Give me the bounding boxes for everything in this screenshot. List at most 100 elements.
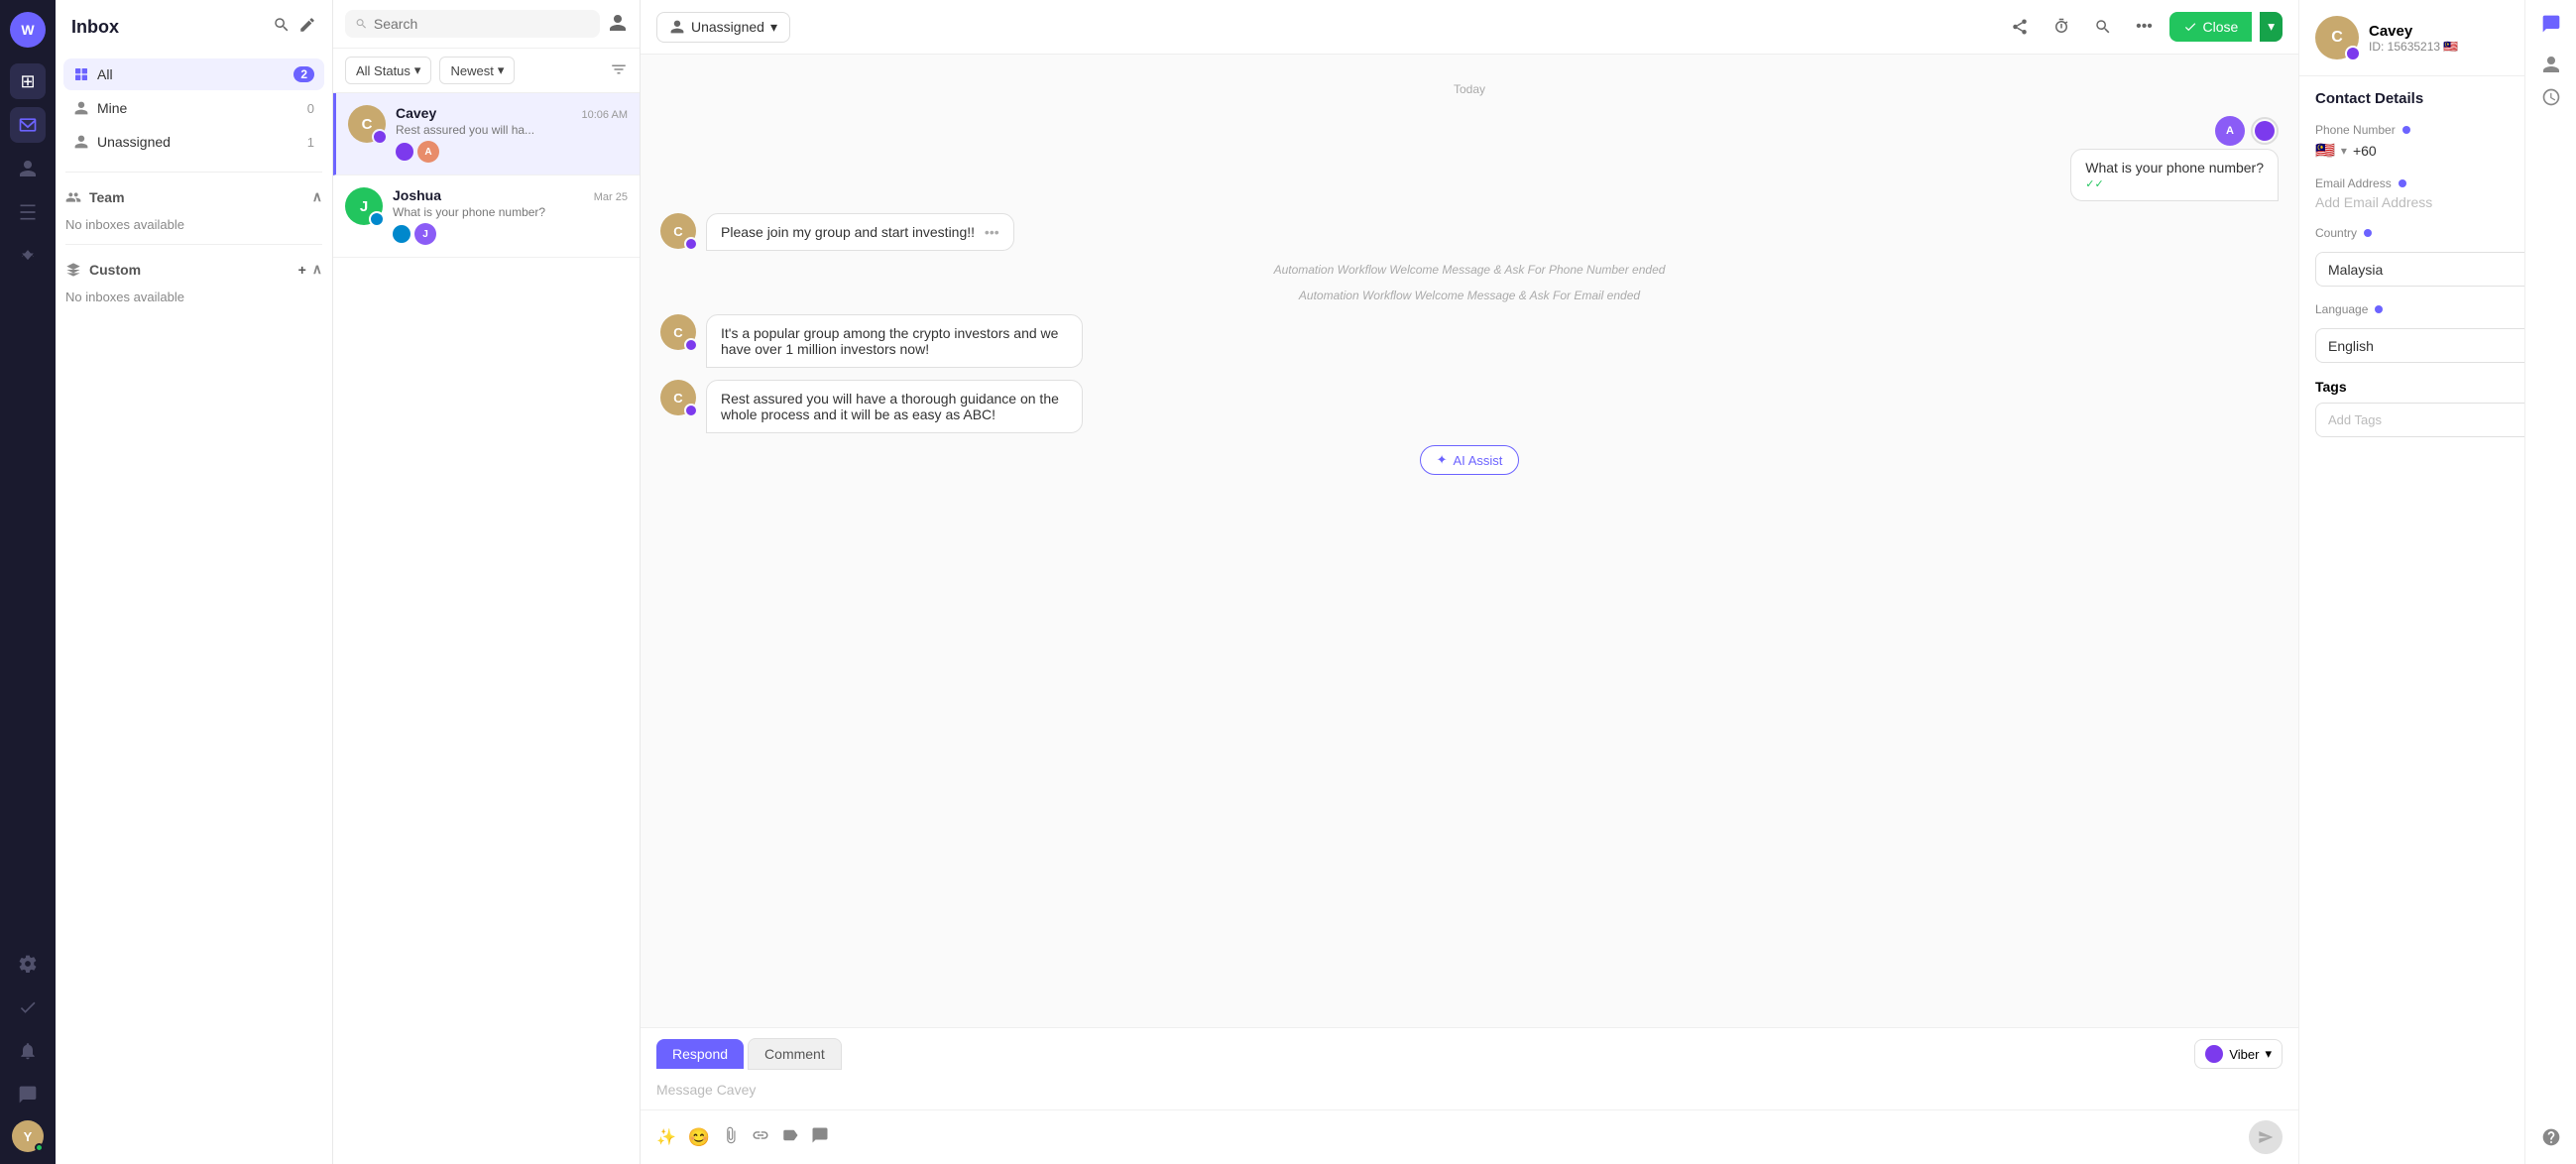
msg-options-icon[interactable]: ••• bbox=[985, 224, 999, 240]
compose-icon[interactable] bbox=[298, 16, 316, 39]
attachment-icon[interactable] bbox=[722, 1126, 740, 1149]
right-nav-clock-icon[interactable] bbox=[2541, 87, 2561, 110]
sidebar-nav: All 2 Mine 0 Unassigned 1 bbox=[56, 55, 332, 164]
contact-avatar-badge bbox=[2345, 46, 2361, 61]
message-left-1: C Please join my group and start investi… bbox=[660, 213, 2279, 251]
country-dropdown[interactable]: Malaysia ▾ bbox=[2315, 252, 2560, 287]
canned-response-icon[interactable] bbox=[811, 1126, 829, 1149]
phone-value[interactable]: 🇲🇾 ▾ +60 bbox=[2315, 141, 2560, 161]
send-button[interactable] bbox=[2249, 1120, 2283, 1154]
sidebar-item-mine[interactable]: Mine 0 bbox=[63, 92, 324, 124]
sparkle-icon[interactable]: ✨ bbox=[656, 1127, 676, 1147]
sidebar-title: Inbox bbox=[71, 17, 119, 38]
more-options-icon[interactable]: ••• bbox=[2128, 10, 2162, 44]
nav-icon-reports[interactable] bbox=[10, 194, 46, 230]
channel-selector[interactable]: Viber ▾ bbox=[2194, 1039, 2283, 1069]
tags-dropdown[interactable]: Add Tags ▾ bbox=[2315, 403, 2560, 437]
label-icon[interactable] bbox=[781, 1126, 799, 1149]
emoji-icon[interactable]: 😊 bbox=[688, 1127, 710, 1148]
date-divider: Today bbox=[660, 82, 2279, 96]
language-info-icon bbox=[2375, 305, 2383, 313]
phone-dropdown-arrow[interactable]: ▾ bbox=[2341, 144, 2347, 158]
assign-button[interactable]: Unassigned ▾ bbox=[656, 12, 790, 43]
right-panel: C Cavey ID: 15635213 🇲🇾 bbox=[2298, 0, 2576, 1164]
country-label: Country bbox=[2315, 226, 2560, 240]
conv-item-joshua[interactable]: J Joshua Mar 25 What is your phone numbe… bbox=[333, 175, 640, 258]
custom-add-icon[interactable]: + bbox=[298, 262, 306, 278]
status-filter-chevron: ▾ bbox=[414, 62, 421, 78]
status-filter[interactable]: All Status ▾ bbox=[345, 57, 431, 84]
msg-text-left-3: Rest assured you will have a thorough gu… bbox=[706, 380, 1083, 433]
sidebar-item-unassigned[interactable]: Unassigned 1 bbox=[63, 126, 324, 158]
ai-assist-label: AI Assist bbox=[1454, 453, 1503, 468]
conversation-list: All Status ▾ Newest ▾ C Cavey 10:06 AM R… bbox=[333, 0, 641, 1164]
sidebar-header-icons bbox=[273, 16, 316, 39]
nav-icon-chat[interactable] bbox=[10, 1077, 46, 1112]
email-label: Email Address bbox=[2315, 176, 2560, 190]
language-dropdown[interactable]: English ▾ bbox=[2315, 328, 2560, 363]
tab-comment[interactable]: Comment bbox=[748, 1038, 842, 1070]
right-avatar: A bbox=[2215, 116, 2245, 146]
assign-chevron-icon: ▾ bbox=[770, 19, 777, 36]
conv-list-header bbox=[333, 0, 640, 49]
sidebar-item-all[interactable]: All 2 bbox=[63, 58, 324, 90]
nav-icon-notifications[interactable] bbox=[10, 1033, 46, 1069]
msg-text-left-1: Please join my group and start investing… bbox=[706, 213, 1014, 251]
right-nav-chat-icon[interactable] bbox=[2541, 14, 2561, 37]
right-nav-person-icon[interactable] bbox=[2541, 55, 2561, 77]
close-label: Close bbox=[2203, 19, 2239, 35]
nav-icon-grid[interactable]: ⊞ bbox=[10, 63, 46, 99]
sidebar-header: Inbox bbox=[56, 0, 332, 55]
link-icon[interactable] bbox=[752, 1126, 769, 1149]
team-chevron-icon: ∧ bbox=[312, 188, 322, 205]
custom-section-header[interactable]: Custom + ∧ bbox=[56, 253, 332, 286]
team-section-header[interactable]: Team ∧ bbox=[56, 180, 332, 213]
close-button[interactable]: Close bbox=[2169, 12, 2253, 42]
all-count: 2 bbox=[293, 66, 314, 82]
timer-icon[interactable] bbox=[2045, 10, 2078, 44]
language-label: Language bbox=[2315, 302, 2560, 316]
right-nav-help-icon[interactable] bbox=[2541, 1127, 2561, 1150]
search-icon[interactable] bbox=[273, 16, 291, 39]
viber-channel-icon bbox=[2205, 1045, 2223, 1063]
sort-filter[interactable]: Newest ▾ bbox=[439, 57, 515, 84]
conv-name-cavey: Cavey bbox=[396, 105, 436, 121]
viber-avatar-right bbox=[2251, 117, 2279, 145]
nav-icon-campaigns[interactable] bbox=[10, 238, 46, 274]
close-dropdown-button[interactable]: ▾ bbox=[2260, 12, 2283, 42]
search-box[interactable] bbox=[345, 10, 600, 38]
ai-assist-star-icon: ✦ bbox=[1437, 452, 1448, 468]
contact-id: ID: 15635213 🇲🇾 bbox=[2369, 40, 2458, 54]
nav-icon-settings[interactable] bbox=[10, 946, 46, 982]
email-value[interactable]: Add Email Address bbox=[2315, 194, 2560, 210]
msg-tick: ✓✓ bbox=[2085, 177, 2264, 190]
chat-header: Unassigned ▾ ••• Close ▾ bbox=[641, 0, 2298, 55]
conv-body-joshua: Joshua Mar 25 What is your phone number?… bbox=[393, 187, 628, 245]
nav-icon-check[interactable] bbox=[10, 989, 46, 1025]
conv-item-cavey[interactable]: C Cavey 10:06 AM Rest assured you will h… bbox=[333, 93, 640, 175]
input-tabs: Respond Comment Viber ▾ bbox=[641, 1028, 2298, 1070]
channel-label: Viber bbox=[2229, 1047, 2259, 1062]
team-label: Team bbox=[89, 189, 125, 205]
chat-messages: Today A What is your phone number? ✓✓ C bbox=[641, 55, 2298, 1027]
nav-icon-inbox[interactable] bbox=[10, 107, 46, 143]
custom-chevron-icon: ∧ bbox=[312, 261, 322, 278]
share-icon[interactable] bbox=[2003, 10, 2037, 44]
contact-icon[interactable] bbox=[608, 13, 628, 36]
right-vertical-nav bbox=[2524, 0, 2576, 1164]
search-input[interactable] bbox=[374, 16, 590, 32]
conv-filters: All Status ▾ Newest ▾ bbox=[333, 49, 640, 93]
search-chat-icon[interactable] bbox=[2086, 10, 2120, 44]
automation-note-2: Automation Workflow Welcome Message & As… bbox=[660, 289, 2279, 302]
phone-code: +60 bbox=[2353, 143, 2377, 159]
message-left-2: C It's a popular group among the crypto … bbox=[660, 314, 2279, 368]
ai-assist-button[interactable]: ✦ AI Assist bbox=[1420, 445, 1520, 475]
user-avatar[interactable]: Y bbox=[12, 1120, 44, 1152]
unassigned-label: Unassigned bbox=[97, 134, 171, 150]
automation-note-1: Automation Workflow Welcome Message & As… bbox=[660, 263, 2279, 277]
viber-channel-icon-cavey bbox=[396, 143, 413, 161]
filter-icon[interactable] bbox=[610, 60, 628, 81]
tab-respond[interactable]: Respond bbox=[656, 1039, 744, 1069]
nav-icon-contacts[interactable] bbox=[10, 151, 46, 186]
telegram-channel-icon-joshua bbox=[393, 225, 410, 243]
